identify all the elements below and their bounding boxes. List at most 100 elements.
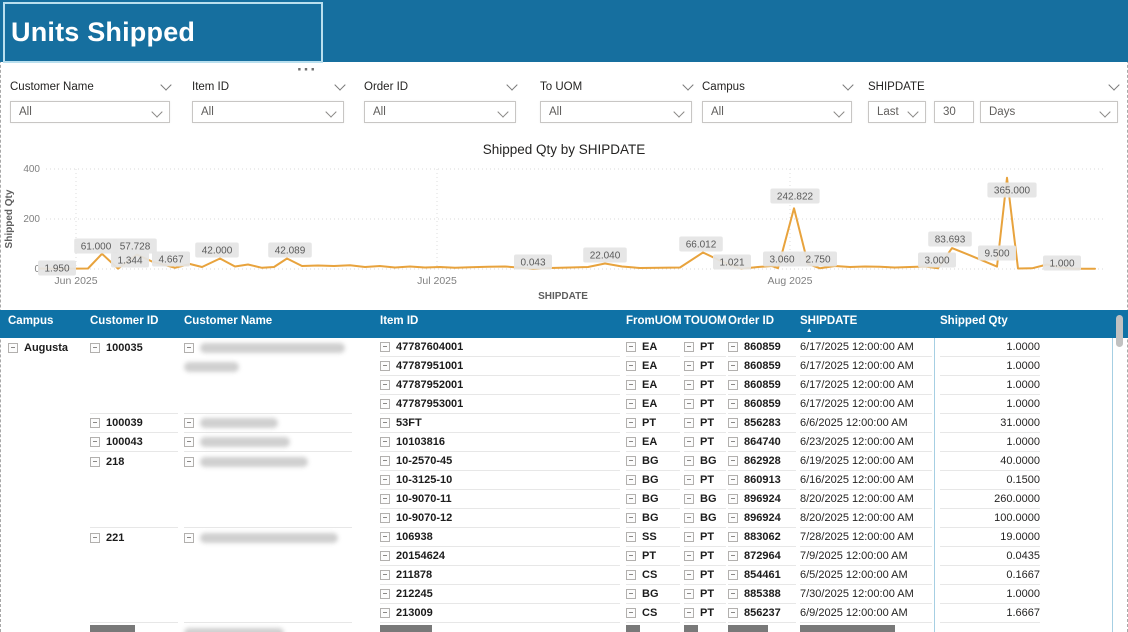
collapse-icon[interactable]: [728, 494, 738, 504]
chevron-down-icon[interactable]: [160, 79, 171, 90]
chevron-down-icon[interactable]: [842, 79, 853, 90]
column-header-shipped-qty[interactable]: Shipped Qty: [940, 310, 1040, 338]
collapse-icon[interactable]: [626, 513, 636, 523]
shipdate-unit-dropdown[interactable]: Days: [980, 101, 1118, 123]
collapse-icon[interactable]: [626, 342, 636, 352]
collapse-icon[interactable]: [626, 570, 636, 580]
collapse-icon[interactable]: [626, 551, 636, 561]
column-header-customer-name[interactable]: Customer Name: [184, 310, 352, 338]
shipdate-mode-dropdown[interactable]: Last: [868, 101, 926, 123]
collapse-icon[interactable]: [684, 361, 694, 371]
collapse-icon[interactable]: [184, 437, 194, 447]
collapse-icon[interactable]: [684, 608, 694, 618]
collapse-icon[interactable]: [684, 475, 694, 485]
collapse-icon[interactable]: [728, 380, 738, 390]
collapse-icon[interactable]: [626, 456, 636, 466]
collapse-icon[interactable]: [90, 343, 100, 353]
collapse-icon[interactable]: [380, 608, 390, 618]
collapse-icon[interactable]: [684, 551, 694, 561]
collapse-icon[interactable]: [184, 418, 194, 428]
collapse-icon[interactable]: [684, 399, 694, 409]
more-options-icon[interactable]: ···: [297, 60, 317, 80]
collapse-icon[interactable]: [684, 342, 694, 352]
collapse-icon[interactable]: [728, 342, 738, 352]
collapse-icon[interactable]: [90, 457, 100, 467]
collapse-icon[interactable]: [626, 437, 636, 447]
column-header-customer-id[interactable]: Customer ID: [90, 310, 178, 338]
collapse-icon[interactable]: [684, 494, 694, 504]
collapse-icon[interactable]: [626, 532, 636, 542]
collapse-icon[interactable]: [728, 475, 738, 485]
collapse-icon[interactable]: [380, 361, 390, 371]
shipdate-number-input[interactable]: 30: [934, 101, 974, 123]
collapse-icon[interactable]: [684, 456, 694, 466]
collapse-icon[interactable]: [380, 418, 390, 428]
data-label: 1.000: [1049, 259, 1074, 270]
chevron-down-icon[interactable]: [682, 79, 693, 90]
collapse-icon[interactable]: [684, 589, 694, 599]
collapse-icon[interactable]: [90, 418, 100, 428]
collapse-icon[interactable]: [8, 343, 18, 353]
slicer-to-uom-dropdown[interactable]: All: [540, 101, 692, 123]
collapse-icon[interactable]: [728, 570, 738, 580]
column-header-item-id[interactable]: Item ID: [380, 310, 620, 338]
collapse-icon[interactable]: [380, 551, 390, 561]
collapse-icon[interactable]: [728, 418, 738, 428]
collapse-icon[interactable]: [728, 589, 738, 599]
collapse-icon[interactable]: [380, 589, 390, 599]
collapse-icon[interactable]: [626, 418, 636, 428]
column-header-campus[interactable]: Campus: [8, 310, 86, 338]
collapse-icon[interactable]: [626, 589, 636, 599]
table-row: 10-9070-12BGBG8969248/20/2025 12:00:00 A…: [0, 509, 1128, 528]
collapse-icon[interactable]: [380, 494, 390, 504]
collapse-icon[interactable]: [684, 532, 694, 542]
collapse-icon[interactable]: [626, 608, 636, 618]
collapse-icon[interactable]: [184, 533, 194, 543]
column-header-order-id[interactable]: Order ID: [728, 310, 796, 338]
collapse-icon[interactable]: [728, 437, 738, 447]
collapse-icon[interactable]: [380, 437, 390, 447]
collapse-icon[interactable]: [684, 418, 694, 428]
collapse-icon[interactable]: [380, 342, 390, 352]
collapse-icon[interactable]: [380, 380, 390, 390]
collapse-icon[interactable]: [380, 456, 390, 466]
slicer-item-id-dropdown[interactable]: All: [192, 101, 344, 123]
chevron-down-icon[interactable]: [334, 79, 345, 90]
collapse-icon[interactable]: [380, 532, 390, 542]
collapse-icon[interactable]: [728, 361, 738, 371]
collapse-icon[interactable]: [380, 570, 390, 580]
collapse-icon[interactable]: [626, 399, 636, 409]
item-id-cell: 10-9070-12: [380, 509, 620, 528]
chevron-down-icon[interactable]: [506, 79, 517, 90]
collapse-icon[interactable]: [184, 343, 194, 353]
collapse-icon[interactable]: [380, 399, 390, 409]
column-header-shipdate[interactable]: SHIPDATE: [800, 310, 932, 338]
table-scrollbar[interactable]: [1116, 315, 1123, 347]
collapse-icon[interactable]: [626, 380, 636, 390]
collapse-icon[interactable]: [90, 437, 100, 447]
chevron-down-icon[interactable]: [1108, 79, 1119, 90]
collapse-icon[interactable]: [626, 475, 636, 485]
collapse-icon[interactable]: [684, 513, 694, 523]
slicer-order-id-dropdown[interactable]: All: [364, 101, 516, 123]
collapse-icon[interactable]: [728, 551, 738, 561]
shipdate-cell: 7/30/2025 12:00:00 AM: [800, 585, 932, 604]
collapse-icon[interactable]: [184, 457, 194, 467]
collapse-icon[interactable]: [728, 532, 738, 542]
collapse-icon[interactable]: [684, 437, 694, 447]
slicer-customer-name-dropdown[interactable]: All: [10, 101, 170, 123]
collapse-icon[interactable]: [626, 494, 636, 504]
collapse-icon[interactable]: [728, 399, 738, 409]
collapse-icon[interactable]: [728, 456, 738, 466]
collapse-icon[interactable]: [728, 608, 738, 618]
slicer-campus-dropdown[interactable]: All: [702, 101, 852, 123]
collapse-icon[interactable]: [380, 475, 390, 485]
collapse-icon[interactable]: [684, 380, 694, 390]
collapse-icon[interactable]: [90, 533, 100, 543]
collapse-icon[interactable]: [684, 570, 694, 580]
collapse-icon[interactable]: [380, 513, 390, 523]
column-header-fromuom[interactable]: FromUOM: [626, 310, 680, 338]
column-header-touom[interactable]: TOUOM: [684, 310, 726, 338]
collapse-icon[interactable]: [728, 513, 738, 523]
collapse-icon[interactable]: [626, 361, 636, 371]
